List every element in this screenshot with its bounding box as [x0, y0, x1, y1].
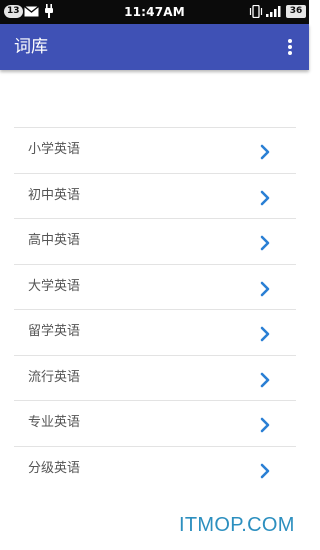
chevron-right-icon [260, 417, 270, 433]
list-item-daxue[interactable]: 大学英语 [14, 263, 296, 310]
list-item-label: 流行英语 [28, 369, 81, 385]
more-vert-icon[interactable] [282, 36, 298, 58]
list-item-label: 分级英语 [28, 460, 81, 476]
list-item-chuzhong[interactable]: 初中英语 [14, 172, 296, 219]
list-item-label: 大学英语 [28, 278, 81, 294]
chevron-right-icon [260, 190, 270, 205]
list-item-label: 留学英语 [28, 324, 81, 339]
app-bar: 词库 [0, 24, 309, 70]
page-title: 词库 [14, 37, 48, 57]
list-item-liuxing[interactable]: 流行英语 [14, 354, 296, 401]
list-item-label: 专业英语 [28, 415, 81, 430]
list-item-xiaoxue[interactable]: 小学英语 [14, 127, 296, 173]
chevron-right-icon [260, 463, 270, 478]
signal-icon [266, 6, 281, 17]
list-item-zhuanye[interactable]: 专业英语 [14, 400, 296, 446]
list-item-label: 高中英语 [28, 233, 81, 248]
list-item-gaozhong[interactable]: 高中英语 [14, 218, 296, 264]
vibrate-icon [249, 5, 263, 18]
battery-icon: 36 [286, 5, 306, 18]
list-item-liuxue[interactable]: 留学英语 [14, 309, 296, 355]
list-item-label: 小学英语 [28, 142, 81, 157]
vocabulary-list: 小学英语 初中英语 高中英语 大学英语 留学英语 流行英语 专业英语 分级英语 [14, 127, 296, 491]
list-item-label: 初中英语 [28, 187, 81, 203]
chevron-right-icon [260, 372, 270, 387]
chevron-right-icon [260, 326, 270, 342]
chevron-right-icon [260, 144, 270, 160]
chevron-right-icon [260, 235, 270, 251]
chevron-right-icon [260, 281, 270, 296]
status-bar: 13 11:47AM 36 [0, 0, 309, 24]
list-item-fenji[interactable]: 分级英语 [14, 445, 296, 492]
watermark-logo: ITMOP.COM [179, 514, 295, 536]
